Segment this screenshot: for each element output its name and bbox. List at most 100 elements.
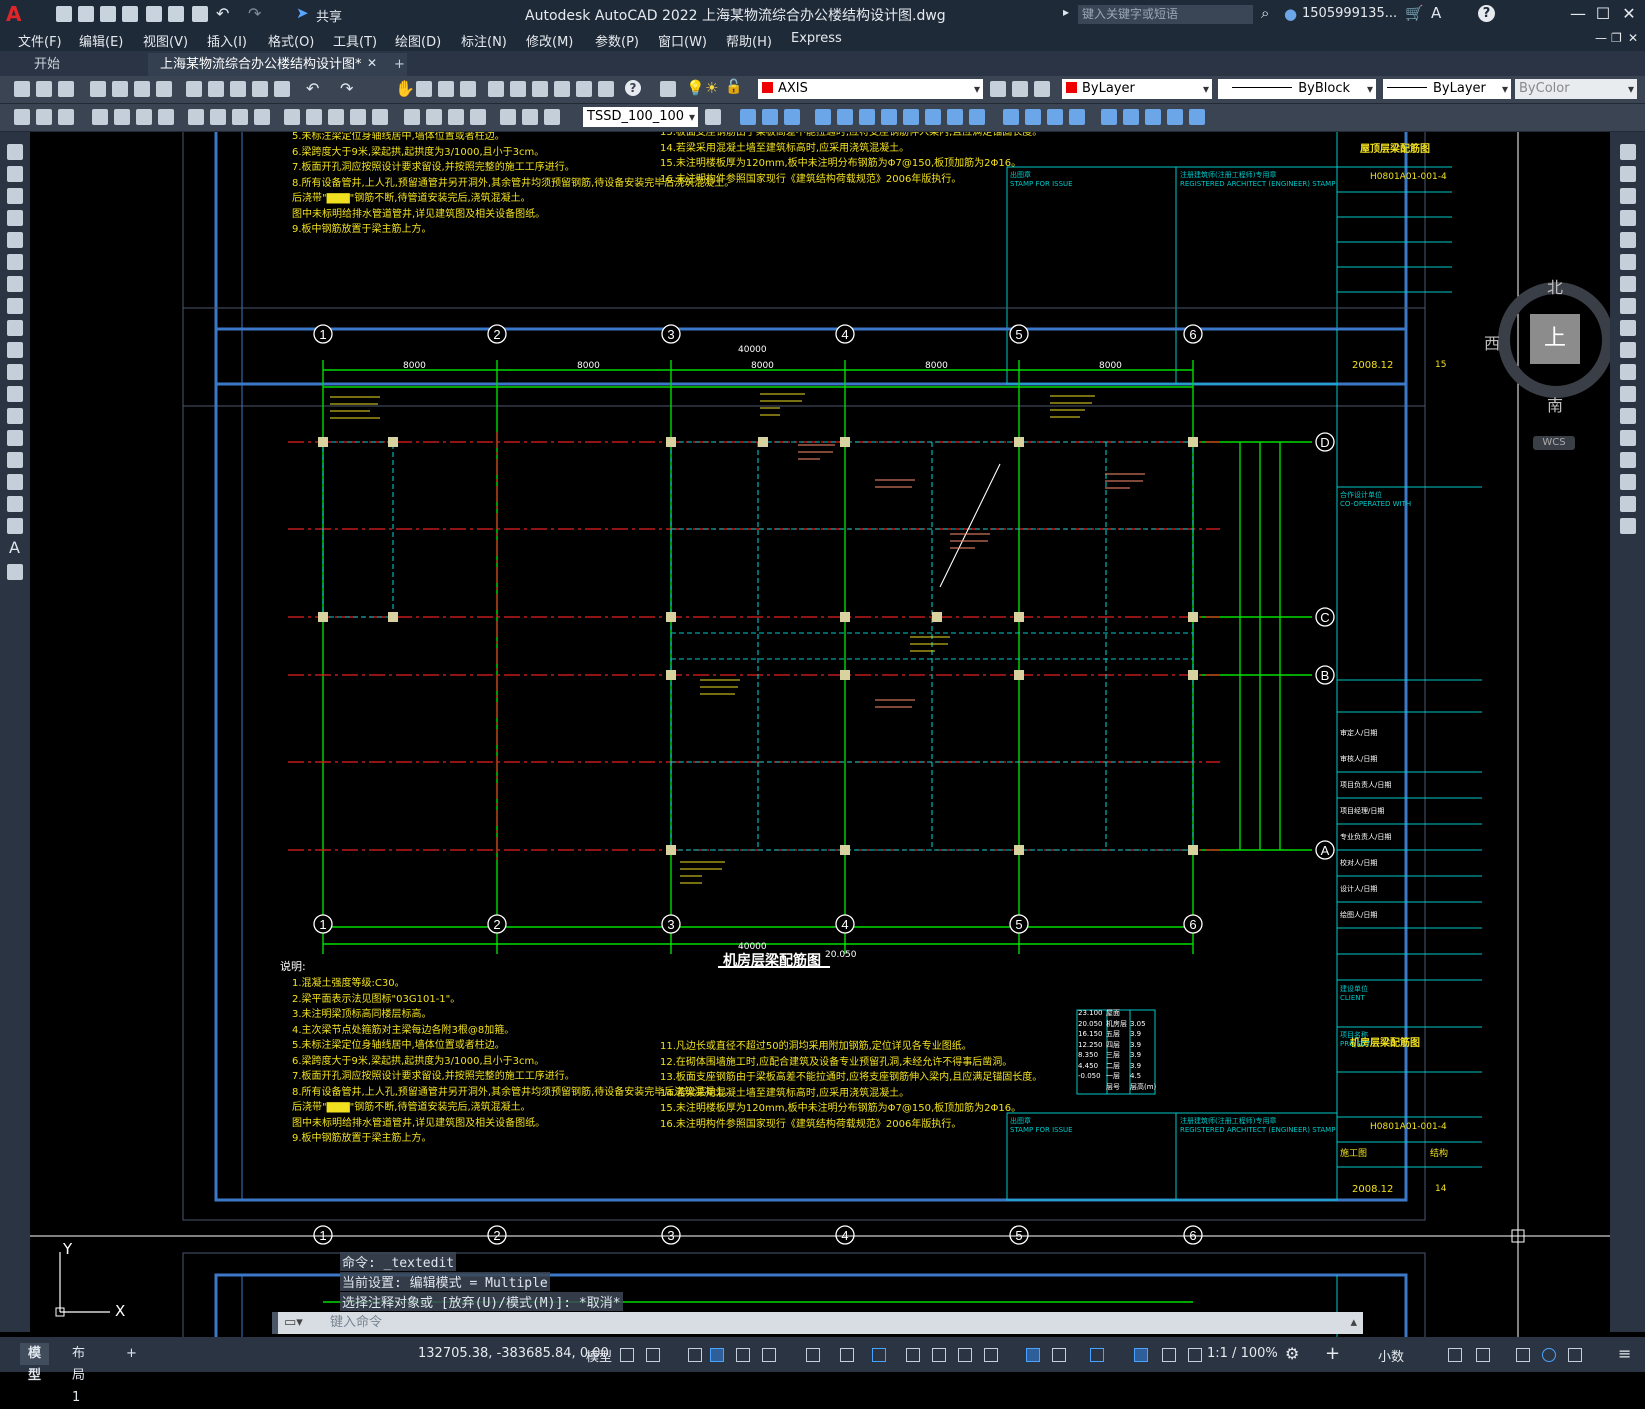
multiline-text-icon[interactable]: A [9, 538, 20, 557]
menu-dimension[interactable]: 标注(N) [461, 31, 507, 50]
save-icon[interactable] [100, 6, 116, 22]
user-name[interactable]: 1505999135... [1302, 6, 1397, 21]
polyline-icon[interactable] [7, 188, 23, 204]
arc-icon[interactable] [7, 254, 23, 270]
tab-close-icon[interactable]: ✕ [367, 56, 377, 70]
close-button[interactable]: ✕ [1619, 4, 1639, 24]
layout-tab-model[interactable]: 模型 [20, 1343, 50, 1383]
tssd-tool-icon-7[interactable] [881, 109, 897, 125]
dynamic-input-icon[interactable] [710, 1348, 724, 1362]
3d-object-snap-icon[interactable] [984, 1348, 998, 1362]
baseline-dimension-icon[interactable] [306, 109, 322, 125]
command-history-toggle-icon[interactable]: ▴ [1350, 1312, 1357, 1334]
tssd-icon-2[interactable] [36, 109, 52, 125]
zoom-window-icon[interactable] [438, 81, 454, 97]
gradient-icon[interactable] [7, 474, 23, 490]
tssd-icon-3[interactable] [58, 109, 74, 125]
properties-icon[interactable] [488, 81, 504, 97]
explode-icon[interactable] [1620, 518, 1636, 534]
rectangle-icon[interactable] [7, 232, 23, 248]
coordinate-readout[interactable]: 132705.38, -383685.84, 0.00 [418, 1346, 609, 1361]
isometric-drafting-icon[interactable] [806, 1348, 820, 1362]
layer-previous-icon[interactable] [1012, 81, 1028, 97]
jogged-linear-icon[interactable] [470, 109, 486, 125]
hatch-icon[interactable] [7, 452, 23, 468]
save-to-web-icon[interactable] [168, 6, 184, 22]
polar-tracking-icon[interactable] [762, 1348, 776, 1362]
tssd-tool-icon-1[interactable] [740, 109, 756, 125]
units-value[interactable]: 小数 [1378, 1346, 1404, 1365]
markup-icon[interactable] [576, 81, 592, 97]
maximize-button[interactable]: ☐ [1593, 4, 1613, 24]
search-expand-icon[interactable]: ▸ [1063, 5, 1069, 19]
annotation-scale-value[interactable]: 1:1 / 100% [1207, 1346, 1278, 1361]
transparency-icon[interactable] [932, 1348, 946, 1362]
make-current-layer-icon[interactable] [990, 81, 1006, 97]
menu-insert[interactable]: 插入(I) [207, 31, 247, 50]
open-from-web-icon[interactable] [146, 6, 162, 22]
menu-modify[interactable]: 修改(M) [526, 31, 573, 50]
snap-toggle-icon[interactable] [646, 1348, 660, 1362]
grid-toggle-icon[interactable] [620, 1348, 634, 1362]
aligned-dimension-icon[interactable] [114, 109, 130, 125]
tssd-tool-icon-19[interactable] [1167, 109, 1183, 125]
line-tool-icon[interactable] [7, 144, 23, 160]
command-prompt-icon[interactable]: ▭▾ [284, 1312, 303, 1334]
pan-icon[interactable]: ✋ [395, 79, 415, 98]
save-as-icon[interactable] [122, 6, 138, 22]
dimension-space-icon[interactable] [350, 109, 366, 125]
viewcube-north[interactable]: 北 [1547, 274, 1563, 298]
menu-help[interactable]: 帮助(H) [726, 31, 772, 50]
object-snap-tracking-icon[interactable] [840, 1348, 854, 1362]
dimension-text-edit-icon[interactable] [522, 109, 538, 125]
tssd-tool-icon-5[interactable] [837, 109, 853, 125]
search-icon[interactable]: ⌕ [1261, 4, 1269, 22]
isolate-objects-icon[interactable] [1516, 1348, 1530, 1362]
stretch-icon[interactable] [1620, 320, 1636, 336]
layer-freeze-icon[interactable]: ☀ [705, 79, 718, 97]
tool-palettes-icon[interactable] [532, 81, 548, 97]
menu-format[interactable]: 格式(O) [268, 31, 314, 50]
object-snap-icon[interactable] [872, 1348, 886, 1362]
help-icon[interactable]: ? [1478, 5, 1495, 22]
dimension-edit-icon[interactable] [500, 109, 516, 125]
angular-dimension-icon[interactable] [254, 109, 270, 125]
menu-draw[interactable]: 绘图(D) [395, 31, 441, 50]
move-icon[interactable] [1620, 254, 1636, 270]
point-icon[interactable] [7, 430, 23, 446]
cut-icon[interactable] [186, 81, 202, 97]
plot-preview-icon[interactable] [112, 81, 128, 97]
dimension-break-icon[interactable] [372, 109, 388, 125]
help-icon[interactable]: ? [625, 80, 641, 96]
drawing-canvas[interactable]: 111222333444555666DCBA Y X 机房层梁配筋图 2 [30, 132, 1610, 1337]
tssd-tool-icon-16[interactable] [1101, 109, 1117, 125]
zoom-previous-icon[interactable] [460, 81, 476, 97]
ellipse-arc-icon[interactable] [7, 364, 23, 380]
open-icon[interactable] [36, 81, 52, 97]
gizmo-icon[interactable] [1090, 1348, 1104, 1362]
viewcube-wcs-menu[interactable]: WCS [1533, 436, 1575, 450]
tssd-tool-icon-18[interactable] [1145, 109, 1161, 125]
scale-icon[interactable] [1620, 298, 1636, 314]
circle-icon[interactable] [7, 276, 23, 292]
hardware-acceleration-icon[interactable] [1542, 1348, 1556, 1362]
jogged-dimension-icon[interactable] [210, 109, 226, 125]
doc-restore-button[interactable]: ❐ [1611, 31, 1622, 45]
workspace-gear-icon[interactable]: ⚙ [1285, 1344, 1299, 1363]
redo-icon[interactable]: ↷ [340, 79, 353, 98]
undo-icon[interactable]: ↶ [216, 4, 229, 23]
qnew-icon[interactable] [14, 81, 30, 97]
block-editor-icon[interactable] [274, 81, 290, 97]
tssd-tool-icon-9[interactable] [925, 109, 941, 125]
command-input[interactable]: 键入命令 ▭▾ ▴ [278, 1312, 1363, 1334]
tab-start[interactable]: 开始 [22, 53, 72, 76]
arc-length-icon[interactable] [136, 109, 152, 125]
tssd-tool-icon-14[interactable] [1047, 109, 1063, 125]
cart-icon[interactable]: 🛒 [1405, 4, 1424, 22]
autocad-logo-icon[interactable]: A [6, 3, 28, 25]
menu-view[interactable]: 视图(V) [143, 31, 188, 50]
spline-icon[interactable] [7, 320, 23, 336]
tssd-tool-icon-4[interactable] [815, 109, 831, 125]
continue-dimension-icon[interactable] [328, 109, 344, 125]
join-icon[interactable] [1620, 430, 1636, 446]
